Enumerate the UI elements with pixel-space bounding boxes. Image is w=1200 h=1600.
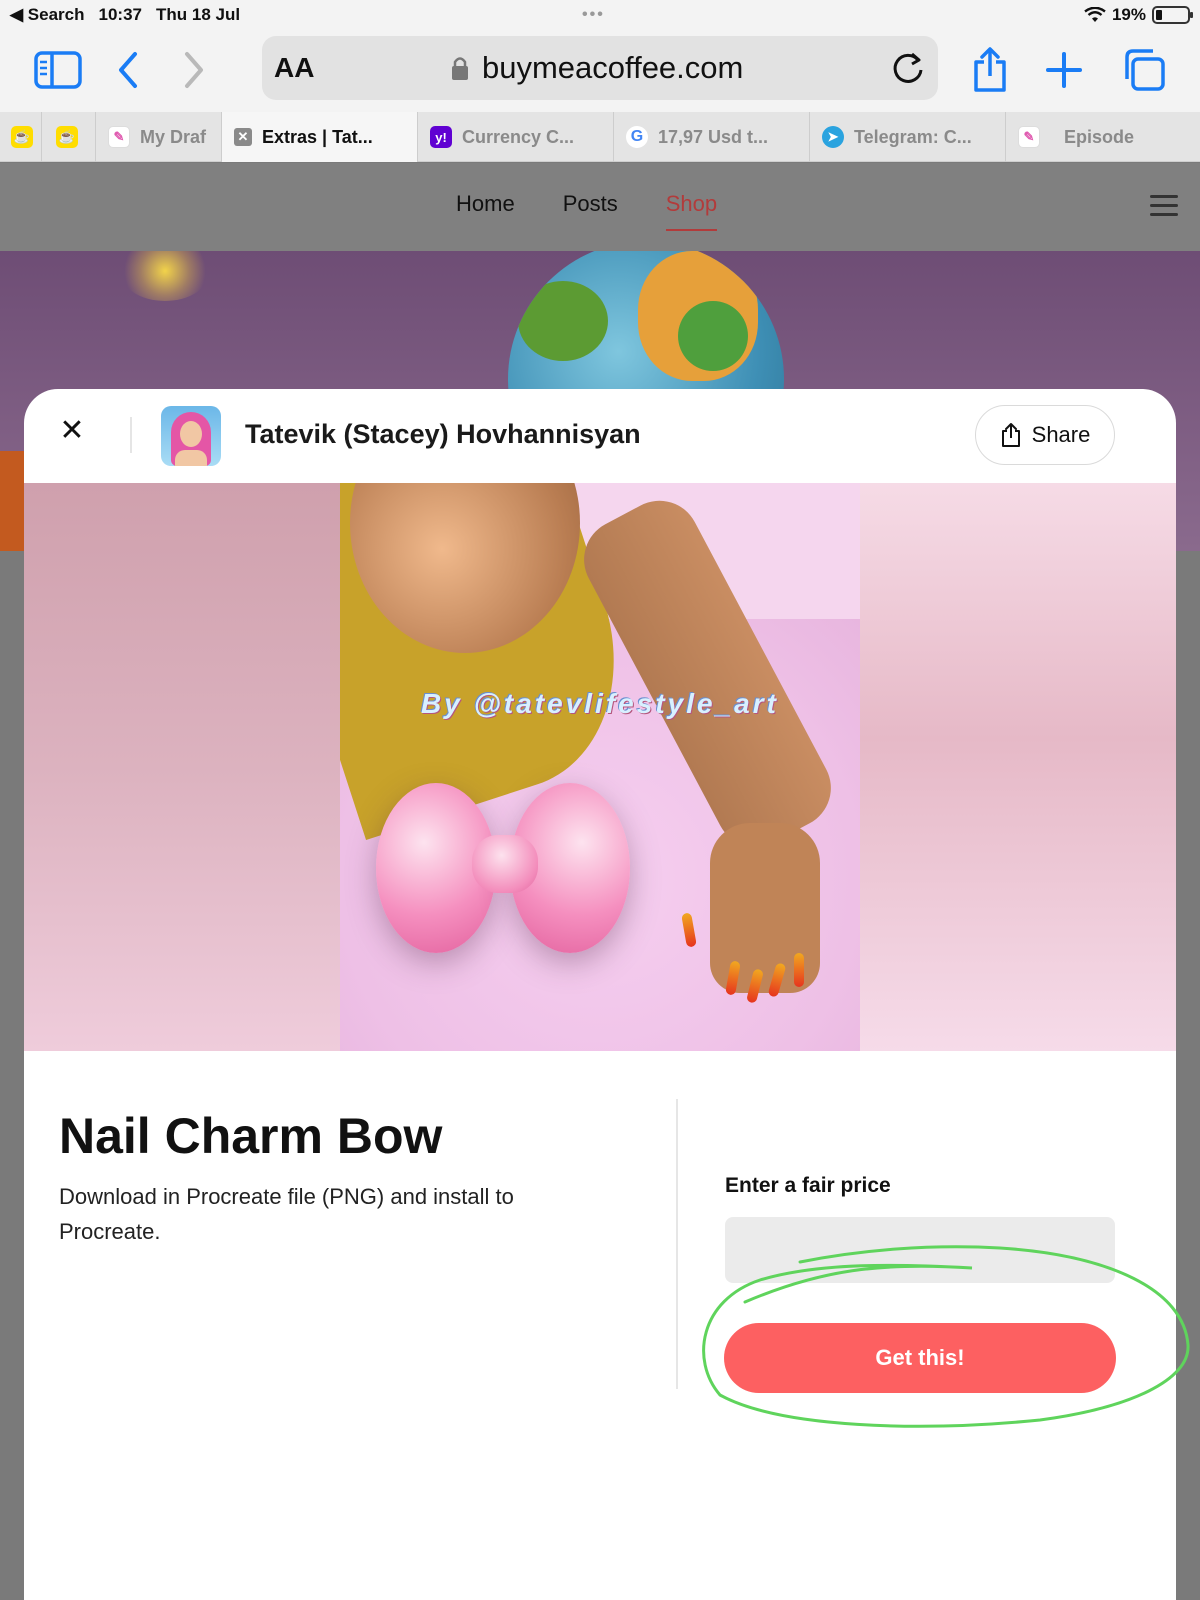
status-time: 10:37 xyxy=(98,5,142,24)
new-tab-icon[interactable] xyxy=(1036,42,1092,98)
yahoo-icon: y! xyxy=(430,126,452,148)
roof-graphic xyxy=(0,451,26,551)
back-arrow-icon[interactable] xyxy=(100,42,156,98)
tab-telegram[interactable]: ➤ Telegram: C... xyxy=(810,112,1006,162)
tab-label: My Draf xyxy=(140,126,207,147)
product-title: Nail Charm Bow xyxy=(59,1108,443,1164)
share-icon[interactable] xyxy=(962,42,1018,98)
tab-label: Episode xyxy=(1064,126,1135,147)
site-navigation: Home Posts Shop xyxy=(0,163,1200,251)
product-gallery: By @tatevlifestyle_art xyxy=(24,483,1176,1051)
column-divider xyxy=(676,1099,678,1389)
procreate-icon: ✎ xyxy=(108,126,130,148)
tab-label: 17,97 Usd t... xyxy=(658,126,769,147)
tab-label: Currency C... xyxy=(462,126,575,147)
product-details: Nail Charm Bow Download in Procreate fil… xyxy=(24,1051,1176,1600)
address-bar[interactable]: AA buymeacoffee.com xyxy=(262,36,938,100)
battery-percent: 19% xyxy=(1111,5,1146,24)
tab-currency[interactable]: y! Currency C... xyxy=(418,112,614,162)
avatar[interactable] xyxy=(161,406,221,466)
procreate-icon: ✎ xyxy=(1018,126,1040,148)
product-modal: ✕ Tatevik (Stacey) Hovhannisyan Share By… xyxy=(24,389,1176,1600)
battery-icon xyxy=(1152,6,1193,24)
forward-arrow-icon[interactable] xyxy=(166,42,222,98)
price-label: Enter a fair price xyxy=(725,1174,891,1197)
buymeacoffee-icon: ☕ xyxy=(56,126,78,148)
nav-home[interactable]: Home xyxy=(456,191,515,231)
text-size-button[interactable]: AA xyxy=(274,52,314,84)
tab-label: Extras | Tat... xyxy=(262,126,373,147)
url-text: buymeacoffee.com xyxy=(482,50,744,85)
image-watermark: By @tatevlifestyle_art xyxy=(421,688,779,719)
price-input[interactable] xyxy=(725,1217,1115,1283)
reload-icon[interactable] xyxy=(888,48,928,88)
product-image[interactable]: By @tatevlifestyle_art xyxy=(340,483,860,1051)
telegram-icon: ➤ xyxy=(822,126,844,148)
tab-google[interactable]: G 17,97 Usd t... xyxy=(614,112,810,162)
close-icon[interactable]: ✕ xyxy=(58,416,86,446)
get-this-button[interactable]: Get this! xyxy=(724,1323,1116,1393)
lock-icon xyxy=(452,57,468,80)
tab-buymeacoffee-2[interactable]: ☕ xyxy=(42,112,96,162)
google-icon: G xyxy=(626,126,648,148)
share-button[interactable]: Share xyxy=(975,405,1115,465)
url-display[interactable]: buymeacoffee.com xyxy=(450,50,743,86)
tab-strip: ☕ ☕ ✎ My Draf ✕ Extras | Tat... y! Curre… xyxy=(0,112,1200,162)
share-label: Share xyxy=(1031,422,1091,447)
browser-toolbar: AA buymeacoffee.com xyxy=(0,30,1200,112)
tab-overview-icon[interactable] xyxy=(1116,42,1172,98)
creator-name[interactable]: Tatevik (Stacey) Hovhannisyan xyxy=(245,419,641,450)
tab-extras[interactable]: ✕ Extras | Tat... xyxy=(222,112,418,162)
wifi-icon xyxy=(1084,7,1106,22)
status-bar: ◀ Search 10:37 Thu 18 Jul ••• 19% xyxy=(0,0,1200,30)
share-icon xyxy=(1001,423,1020,447)
status-date: Thu 18 Jul xyxy=(155,5,241,24)
sidebar-icon[interactable] xyxy=(30,42,86,98)
header-divider xyxy=(130,417,132,453)
tab-buymeacoffee-1[interactable]: ☕ xyxy=(0,112,42,162)
nav-shop[interactable]: Shop xyxy=(665,191,718,231)
tab-label: Telegram: C... xyxy=(854,126,972,147)
product-description: Download in Procreate file (PNG) and ins… xyxy=(59,1184,514,1244)
hamburger-menu-icon[interactable] xyxy=(1150,195,1178,222)
blurred-backdrop-left xyxy=(24,483,340,1051)
nav-posts[interactable]: Posts xyxy=(563,191,618,231)
blurred-backdrop-right xyxy=(860,483,1176,1051)
close-tab-icon[interactable]: ✕ xyxy=(234,128,252,146)
tab-episode[interactable]: ✎ Episode xyxy=(1006,112,1200,162)
tab-my-drafts[interactable]: ✎ My Draf xyxy=(96,112,222,162)
multitasking-dots-icon[interactable]: ••• xyxy=(582,6,605,24)
sun-graphic xyxy=(120,251,210,301)
back-to-app-label[interactable]: ◀ Search xyxy=(10,5,85,25)
buymeacoffee-icon: ☕ xyxy=(11,126,33,148)
modal-header: ✕ Tatevik (Stacey) Hovhannisyan Share xyxy=(24,389,1176,483)
